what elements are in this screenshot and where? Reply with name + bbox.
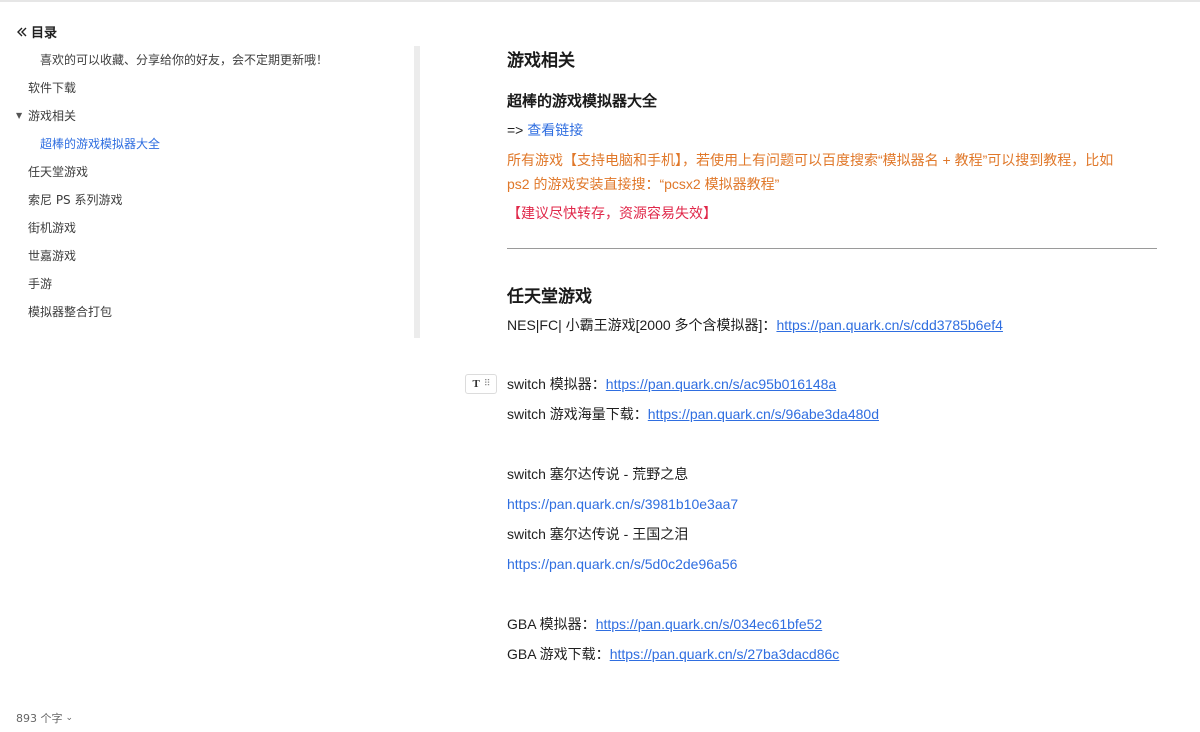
toc-item-emulators[interactable]: 超棒的游戏模拟器大全 (0, 130, 414, 158)
heading-nintendo: 任天堂游戏 (507, 287, 592, 306)
view-link-line: => 查看链接 (507, 120, 583, 140)
chevron-down-icon: ⌄ (65, 713, 74, 723)
text-block-icon: T (472, 378, 480, 390)
document-window: 目录 喜欢的可以收藏、分享给你的好友，会不定期更新哦！ 软件下载 ▼ 游戏相关 … (0, 0, 1200, 732)
zelda-botw-line: https://pan.quark.cn/s/3981b10e3aa7 (507, 494, 738, 514)
toc-item-nintendo[interactable]: 任天堂游戏 (0, 158, 414, 186)
gba-emu-line: GBA 模拟器：https://pan.quark.cn/s/034ec61bf… (507, 614, 822, 634)
gba-games-link[interactable]: https://pan.quark.cn/s/27ba3dacd86c (610, 646, 840, 662)
block-drag-handle[interactable]: T ⠿ (465, 374, 497, 394)
switch-games-label: switch 游戏海量下载： (507, 406, 648, 422)
zelda-botw-link[interactable]: https://pan.quark.cn/s/3981b10e3aa7 (507, 496, 738, 512)
toc-item-label: 街机游戏 (28, 221, 77, 235)
toc-item-label: 超棒的游戏模拟器大全 (40, 137, 161, 151)
toc-item-software[interactable]: 软件下载 (0, 74, 414, 102)
toc-item-label: 手游 (28, 277, 53, 291)
toc-item-bundle[interactable]: 模拟器整合打包 (0, 298, 414, 326)
toc-list: 喜欢的可以收藏、分享给你的好友，会不定期更新哦！ 软件下载 ▼ 游戏相关 超棒的… (0, 46, 420, 338)
toc-collapse-toggle[interactable]: 目录 (16, 22, 57, 41)
warning-text: 【建议尽快转存，资源容易失效】 (507, 205, 717, 221)
drag-grip-icon: ⠿ (483, 379, 491, 389)
arrow-prefix: => (507, 122, 528, 138)
note-line-2: ps2 的游戏安装直接搜：“pcsx2 模拟器教程” (507, 176, 780, 192)
word-count-button[interactable]: 893 个字 ⌄ (16, 710, 73, 726)
toc-item-sega[interactable]: 世嘉游戏 (0, 242, 414, 270)
word-count-label: 893 个字 (16, 712, 63, 725)
toc-item-label: 软件下载 (28, 81, 77, 95)
note-line-1: 所有游戏【支持电脑和手机】，若使用上有问题可以百度搜索“模拟器名 + 教程”可以… (507, 152, 1114, 168)
switch-emu-label: switch 模拟器： (507, 376, 606, 392)
toc-item-label: 索尼 PS 系列游戏 (28, 193, 123, 207)
toc-title: 目录 (31, 26, 58, 41)
document-content[interactable]: 游戏相关 超棒的游戏模拟器大全 => 查看链接 所有游戏【支持电脑和手机】，若使… (507, 2, 1157, 732)
zelda-botw-label: switch 塞尔达传说 - 荒野之息 (507, 466, 689, 482)
toc-item-label: 模拟器整合打包 (28, 305, 113, 319)
toc-item-sony[interactable]: 索尼 PS 系列游戏 (0, 186, 414, 214)
heading-games: 游戏相关 (507, 51, 575, 70)
gba-emu-label: GBA 模拟器： (507, 616, 596, 632)
toc-item-label: 游戏相关 (28, 109, 77, 123)
zelda-totk-link[interactable]: https://pan.quark.cn/s/5d0c2de96a56 (507, 556, 737, 572)
toc-item-mobile[interactable]: 手游 (0, 270, 414, 298)
gba-emu-link[interactable]: https://pan.quark.cn/s/034ec61bfe52 (596, 616, 823, 632)
divider (507, 248, 1157, 249)
toc-sidebar: 目录 喜欢的可以收藏、分享给你的好友，会不定期更新哦！ 软件下载 ▼ 游戏相关 … (0, 2, 420, 732)
view-link[interactable]: 查看链接 (527, 122, 583, 138)
toc-item-label: 任天堂游戏 (28, 165, 89, 179)
switch-emu-line: switch 模拟器：https://pan.quark.cn/s/ac95b0… (507, 374, 836, 394)
nes-line: NES|FC| 小霸王游戏[2000 多个含模拟器]：https://pan.q… (507, 315, 1003, 335)
nes-link[interactable]: https://pan.quark.cn/s/cdd3785b6ef4 (776, 317, 1003, 333)
switch-games-link[interactable]: https://pan.quark.cn/s/96abe3da480d (648, 406, 879, 422)
switch-games-line: switch 游戏海量下载：https://pan.quark.cn/s/96a… (507, 404, 879, 424)
toc-item-label: 世嘉游戏 (28, 249, 77, 263)
toc-item-arcade[interactable]: 街机游戏 (0, 214, 414, 242)
heading-emulators: 超棒的游戏模拟器大全 (507, 93, 658, 110)
zelda-totk-line: https://pan.quark.cn/s/5d0c2de96a56 (507, 554, 737, 574)
gba-games-label: GBA 游戏下载： (507, 646, 610, 662)
zelda-totk-label: switch 塞尔达传说 - 王国之泪 (507, 526, 689, 542)
toc-item-label: 喜欢的可以收藏、分享给你的好友，会不定期更新哦！ (40, 53, 329, 67)
toc-item-games[interactable]: ▼ 游戏相关 (0, 102, 414, 130)
nes-label: NES|FC| 小霸王游戏[2000 多个含模拟器]： (507, 317, 777, 333)
gba-games-line: GBA 游戏下载：https://pan.quark.cn/s/27ba3dac… (507, 644, 839, 664)
switch-emu-link[interactable]: https://pan.quark.cn/s/ac95b016148a (606, 376, 836, 392)
toc-item-share-note[interactable]: 喜欢的可以收藏、分享给你的好友，会不定期更新哦！ (0, 46, 414, 74)
double-chevron-left-icon (17, 27, 27, 36)
caret-down-icon[interactable]: ▼ (16, 102, 22, 130)
